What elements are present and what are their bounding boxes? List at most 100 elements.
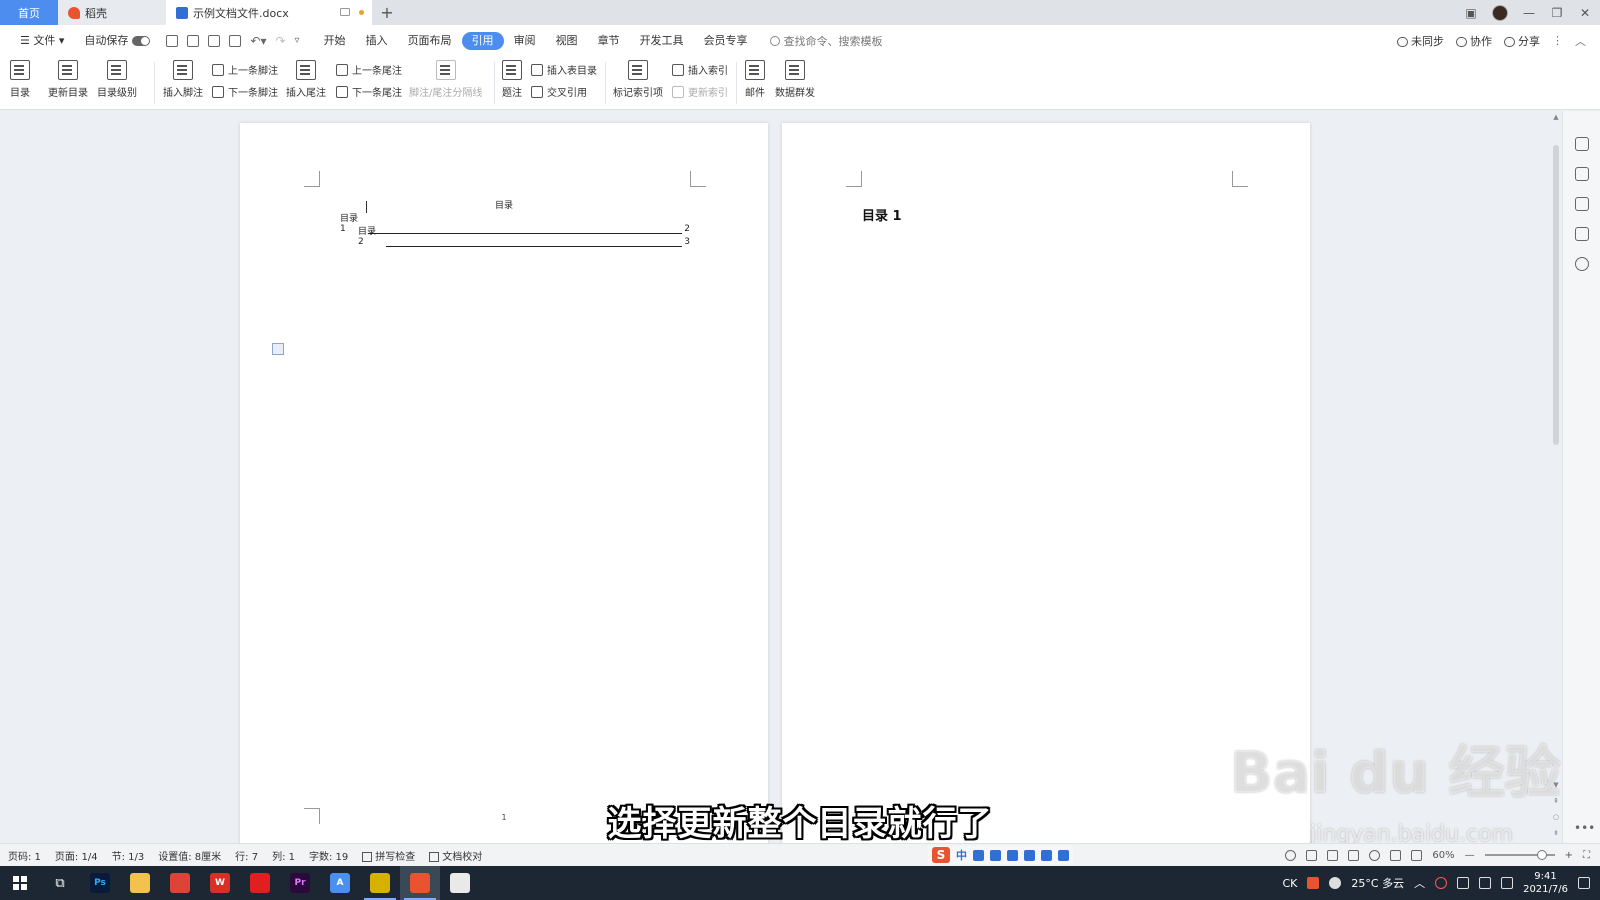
read-view-icon[interactable] [1348, 849, 1360, 861]
menu-insert[interactable]: 插入 [356, 32, 398, 50]
style-icon[interactable] [1575, 137, 1589, 151]
insert-table-of-figures-button[interactable]: 插入表目录 [531, 62, 597, 77]
ime-toolbar[interactable]: S 中 [928, 846, 1073, 864]
prev-footnote-button[interactable]: 上一条脚注 [212, 62, 278, 77]
security-icon[interactable] [1457, 877, 1470, 889]
record-icon[interactable] [1435, 877, 1448, 889]
prev-endnote-button[interactable]: 上一条尾注 [336, 62, 402, 77]
update-index-button[interactable]: 更新索引 [672, 84, 728, 99]
status-words[interactable]: 字数: 19 [309, 848, 348, 863]
network-icon[interactable] [1479, 877, 1492, 889]
share-button[interactable]: 分享 [1504, 33, 1540, 49]
more-quick-icon[interactable]: ▿ [295, 35, 300, 46]
taskbar-app-chrome[interactable] [160, 866, 200, 900]
menu-member[interactable]: 会员专享 [694, 32, 758, 50]
keyboard-icon[interactable] [1024, 849, 1035, 861]
clock[interactable]: 9:41 2021/7/6 [1523, 870, 1568, 896]
menu-developer[interactable]: 开发工具 [630, 32, 694, 50]
paragraph-layout-icon[interactable] [272, 343, 284, 355]
zoom-slider-knob[interactable] [1536, 850, 1547, 860]
zoom-out-icon[interactable]: — [1465, 850, 1475, 861]
tray-language[interactable]: CK [1282, 877, 1297, 890]
collapse-ribbon-icon[interactable]: ︿ [1575, 33, 1586, 49]
avatar[interactable] [1492, 4, 1508, 21]
emoji-icon[interactable] [990, 849, 1001, 861]
skin-icon[interactable] [1041, 849, 1052, 861]
start-button[interactable] [0, 866, 40, 900]
tab-home[interactable]: 首页 [0, 0, 58, 25]
taskbar-app-app-a[interactable]: A [320, 866, 360, 900]
taskbar-app-other[interactable] [440, 866, 480, 900]
page-1[interactable]: 目录 目录 1 2 目录 2 3 1 [240, 123, 768, 843]
status-row[interactable]: 行: 7 [235, 848, 258, 863]
weather-text[interactable]: 25°C 多云 [1351, 875, 1404, 891]
toolbox-icon[interactable] [1058, 849, 1069, 861]
select-cursor-icon[interactable] [1575, 197, 1589, 211]
zoom-level[interactable]: 60% [1432, 850, 1454, 861]
scroll-up-icon[interactable]: ▲ [1552, 113, 1560, 121]
punctuation-icon[interactable] [973, 849, 984, 861]
insert-footnote-button[interactable]: 插入脚注 [163, 60, 203, 99]
sogou-logo-icon[interactable]: S [932, 847, 950, 863]
settings-sliders-icon[interactable] [1575, 227, 1589, 241]
print-preview-icon[interactable] [229, 34, 242, 47]
taskbar-app-explorer[interactable] [120, 866, 160, 900]
next-footnote-button[interactable]: 下一条脚注 [212, 84, 278, 99]
ime-mode[interactable]: 中 [956, 847, 967, 863]
status-col[interactable]: 列: 1 [272, 848, 295, 863]
tray-expand-icon[interactable]: ︿ [1414, 875, 1425, 891]
data-send-button[interactable]: 数据群发 [775, 60, 815, 99]
next-endnote-button[interactable]: 下一条尾注 [336, 84, 402, 99]
page-view-icon[interactable] [1306, 849, 1318, 861]
notification-icon[interactable] [1578, 877, 1590, 889]
fit-page-icon[interactable] [1411, 849, 1423, 861]
status-setting[interactable]: 设置值: 8厘米 [158, 848, 221, 863]
collab-button[interactable]: 协作 [1456, 33, 1492, 49]
toc-entry[interactable]: 目录 2 3 [358, 224, 690, 247]
taskbar-app-wps[interactable]: W [200, 866, 240, 900]
menu-start[interactable]: 开始 [314, 32, 356, 50]
menu-references[interactable]: 引用 [461, 31, 504, 50]
caption-button[interactable]: 题注 [502, 60, 522, 99]
redo-icon[interactable]: ↷ [275, 34, 285, 48]
help-icon[interactable] [1575, 257, 1589, 271]
insert-endnote-button[interactable]: 插入尾注 [286, 60, 326, 99]
file-menu[interactable]: ☰ 文件 ▾ [10, 32, 74, 50]
pen-icon[interactable] [1575, 167, 1589, 181]
separator-line-button[interactable]: 脚注/尾注分隔线 [409, 60, 482, 99]
new-tab-button[interactable]: + [372, 0, 402, 25]
undo-icon[interactable]: ↶▾ [250, 34, 266, 48]
menu-review[interactable]: 审阅 [504, 32, 546, 50]
eye-protect-icon[interactable] [1285, 849, 1297, 861]
mail-button[interactable]: 邮件 [745, 60, 765, 99]
status-section[interactable]: 节: 1/3 [112, 848, 145, 863]
restore-icon[interactable]: ❐ [1550, 6, 1564, 20]
tab-docer[interactable]: 稻壳 [58, 0, 166, 25]
format-painter-icon[interactable] [187, 34, 200, 47]
autosave-toggle[interactable]: 自动保存 [74, 32, 160, 50]
taskbar-app-wps-writer[interactable] [400, 866, 440, 900]
layout-icon[interactable]: ▣ [1464, 6, 1478, 20]
task-view-button[interactable]: ⧉ [40, 866, 80, 900]
taskbar-app-premiere[interactable]: Pr [280, 866, 320, 900]
menu-page-layout[interactable]: 页面布局 [398, 32, 462, 50]
cross-reference-button[interactable]: 交叉引用 [531, 84, 587, 99]
web-view-icon[interactable] [1369, 849, 1381, 861]
menu-view[interactable]: 视图 [546, 32, 588, 50]
spellcheck-button[interactable]: 拼写检查 [362, 848, 415, 863]
write-view-icon[interactable] [1390, 849, 1402, 861]
toc-button[interactable]: 目录 [10, 60, 30, 99]
taskbar-app-clapper[interactable] [360, 866, 400, 900]
scroll-thumb[interactable] [1553, 145, 1559, 445]
microphone-icon[interactable] [1007, 849, 1018, 861]
menu-chapter[interactable]: 章节 [588, 32, 630, 50]
proofread-button[interactable]: 文档校对 [429, 848, 482, 863]
command-search[interactable]: 查找命令、搜索模板 [769, 33, 883, 49]
sync-button[interactable]: 未同步 [1397, 33, 1444, 49]
zoom-in-icon[interactable]: + [1565, 850, 1573, 861]
weather-icon[interactable] [1329, 877, 1342, 889]
mark-index-button[interactable]: 标记索引项 [613, 60, 663, 99]
close-icon[interactable]: ✕ [1578, 6, 1592, 20]
print-icon[interactable] [208, 34, 221, 47]
sogou-tray-icon[interactable] [1307, 877, 1320, 889]
